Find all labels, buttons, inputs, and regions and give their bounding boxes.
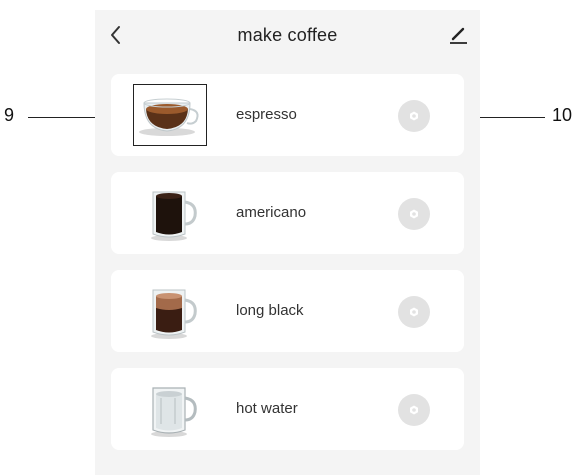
page-title: make coffee — [237, 25, 338, 45]
edit-pencil-icon — [450, 27, 467, 44]
drink-card-long-black[interactable]: long black — [111, 270, 464, 352]
settings-icon — [410, 209, 418, 219]
settings-icon — [410, 405, 418, 415]
espresso-glass-icon — [133, 84, 207, 146]
edit-button[interactable] — [448, 24, 468, 46]
drink-settings-button[interactable] — [398, 198, 430, 230]
drink-label: long black — [236, 302, 304, 319]
long-black-mug-icon — [137, 282, 207, 340]
drink-card-americano[interactable]: americano — [111, 172, 464, 254]
hot-water-mug-icon — [137, 380, 207, 438]
header: make coffee — [95, 10, 480, 62]
manual-page: 9 10 make coffee espresso americano long… — [0, 0, 579, 475]
drink-label: americano — [236, 204, 307, 221]
callout-label-left: 9 — [4, 105, 15, 125]
drink-label: hot water — [236, 400, 298, 417]
settings-icon — [410, 111, 418, 121]
drink-card-hot-water[interactable]: hot water — [111, 368, 464, 450]
drink-settings-button[interactable] — [398, 100, 430, 132]
settings-icon — [410, 307, 418, 317]
drink-card-espresso[interactable]: espresso — [111, 74, 464, 156]
drink-label: espresso — [236, 106, 297, 123]
callout-label-right: 10 — [552, 105, 573, 125]
drink-settings-button[interactable] — [398, 394, 430, 426]
americano-mug-icon — [137, 184, 207, 242]
drink-settings-button[interactable] — [398, 296, 430, 328]
app-screen: make coffee espresso americano long blac… — [95, 10, 480, 475]
